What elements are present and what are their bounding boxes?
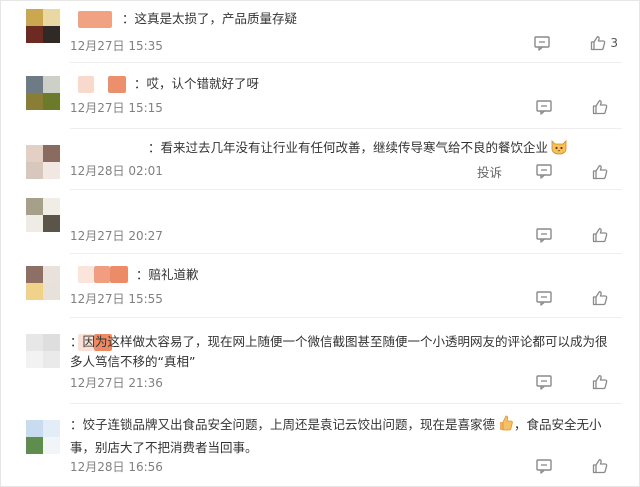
comment-actions — [536, 227, 618, 243]
username-blur[interactable] — [110, 266, 128, 283]
comment-actions — [536, 99, 618, 115]
comment-item: ：这真是太损了，产品质量存疑 12月27日 15:35 3 — [0, 0, 640, 62]
comment-actions — [536, 290, 618, 306]
comment-text: ：赔礼道歉 — [136, 267, 199, 282]
comment-item: 12月27日 20:27 — [0, 190, 640, 253]
comment-text: ：看来过去几年没有让行业有任何改善，继续传导寒气给不良的餐饮企业 — [148, 138, 618, 161]
comment-text: ：哎，认个错就好了呀 — [134, 76, 260, 91]
cat-face-emoji — [550, 138, 568, 161]
comment-text-body: ：饺子连锁品牌又出食品安全问题，上周还是袁记云饺出问题，现在是喜家德 — [70, 417, 496, 432]
avatar[interactable] — [26, 420, 60, 454]
like-icon[interactable] — [592, 164, 608, 180]
username-blur[interactable] — [108, 76, 126, 93]
comment-time: 12月27日 15:15 — [70, 101, 163, 115]
reply-icon[interactable] — [536, 99, 552, 115]
comment-actions: 投诉 — [477, 162, 618, 181]
reply-icon[interactable] — [536, 458, 552, 474]
reply-icon[interactable] — [536, 374, 552, 390]
comment-item: ：哎，认个错就好了呀 12月27日 15:15 — [0, 63, 640, 128]
like-icon[interactable] — [592, 458, 608, 474]
like-icon[interactable] — [592, 227, 608, 243]
comment-time: 12月27日 21:36 — [70, 376, 163, 390]
username-blur[interactable] — [94, 266, 110, 283]
avatar[interactable] — [26, 198, 60, 232]
reply-icon[interactable] — [534, 35, 551, 51]
avatar[interactable] — [26, 145, 60, 179]
comment-item: ：看来过去几年没有让行业有任何改善，继续传导寒气给不良的餐饮企业 12月28日 … — [0, 129, 640, 189]
comment-time: 12月28日 02:01 — [70, 164, 163, 178]
username-blur[interactable] — [78, 266, 94, 283]
like-icon[interactable] — [592, 99, 608, 115]
reply-icon[interactable] — [536, 164, 552, 179]
reply-icon[interactable] — [536, 290, 552, 306]
like-icon[interactable] — [592, 290, 608, 306]
comment-time: 12月27日 20:27 — [70, 229, 163, 243]
report-button[interactable]: 投诉 — [477, 162, 502, 181]
avatar[interactable] — [26, 266, 60, 300]
comment-actions — [536, 458, 618, 474]
avatar[interactable] — [26, 76, 60, 110]
comment-time: 12月27日 15:55 — [70, 292, 163, 306]
comment-actions: 3 — [534, 35, 618, 51]
like-count: 3 — [610, 36, 618, 50]
comment-item: ：因为这样做太容易了，现在网上随便一个微信截图甚至随便一个小透明网友的评论都可以… — [0, 318, 640, 404]
username-blur[interactable] — [78, 76, 94, 93]
comment-text: ：这真是太损了，产品质量存疑 — [122, 11, 298, 26]
comment-text: ：饺子连锁品牌又出食品安全问题，上周还是袁记云饺出问题，现在是喜家德 ，食品安全无… — [70, 414, 618, 458]
comment-actions — [536, 374, 618, 390]
comment-text: ：因为这样做太容易了，现在网上随便一个微信截图甚至随便一个小透明网友的评论都可以… — [70, 334, 608, 369]
comment-time: 12月28日 16:56 — [70, 460, 163, 474]
like-icon[interactable] — [590, 35, 606, 51]
avatar[interactable] — [26, 334, 60, 368]
comment-text-body: ：看来过去几年没有让行业有任何改善，继续传导寒气给不良的餐饮企业 — [148, 140, 549, 155]
avatar[interactable] — [26, 9, 60, 43]
like-icon[interactable] — [592, 374, 608, 390]
username-blur[interactable] — [78, 11, 112, 28]
comment-item: ：饺子连锁品牌又出食品安全问题，上周还是袁记云饺出问题，现在是喜家德 ，食品安全无… — [0, 404, 640, 487]
thumbs-up-emoji — [497, 414, 514, 438]
comment-time: 12月27日 15:35 — [70, 39, 163, 53]
reply-icon[interactable] — [536, 227, 552, 243]
comment-item: ：赔礼道歉 12月27日 15:55 — [0, 254, 640, 317]
